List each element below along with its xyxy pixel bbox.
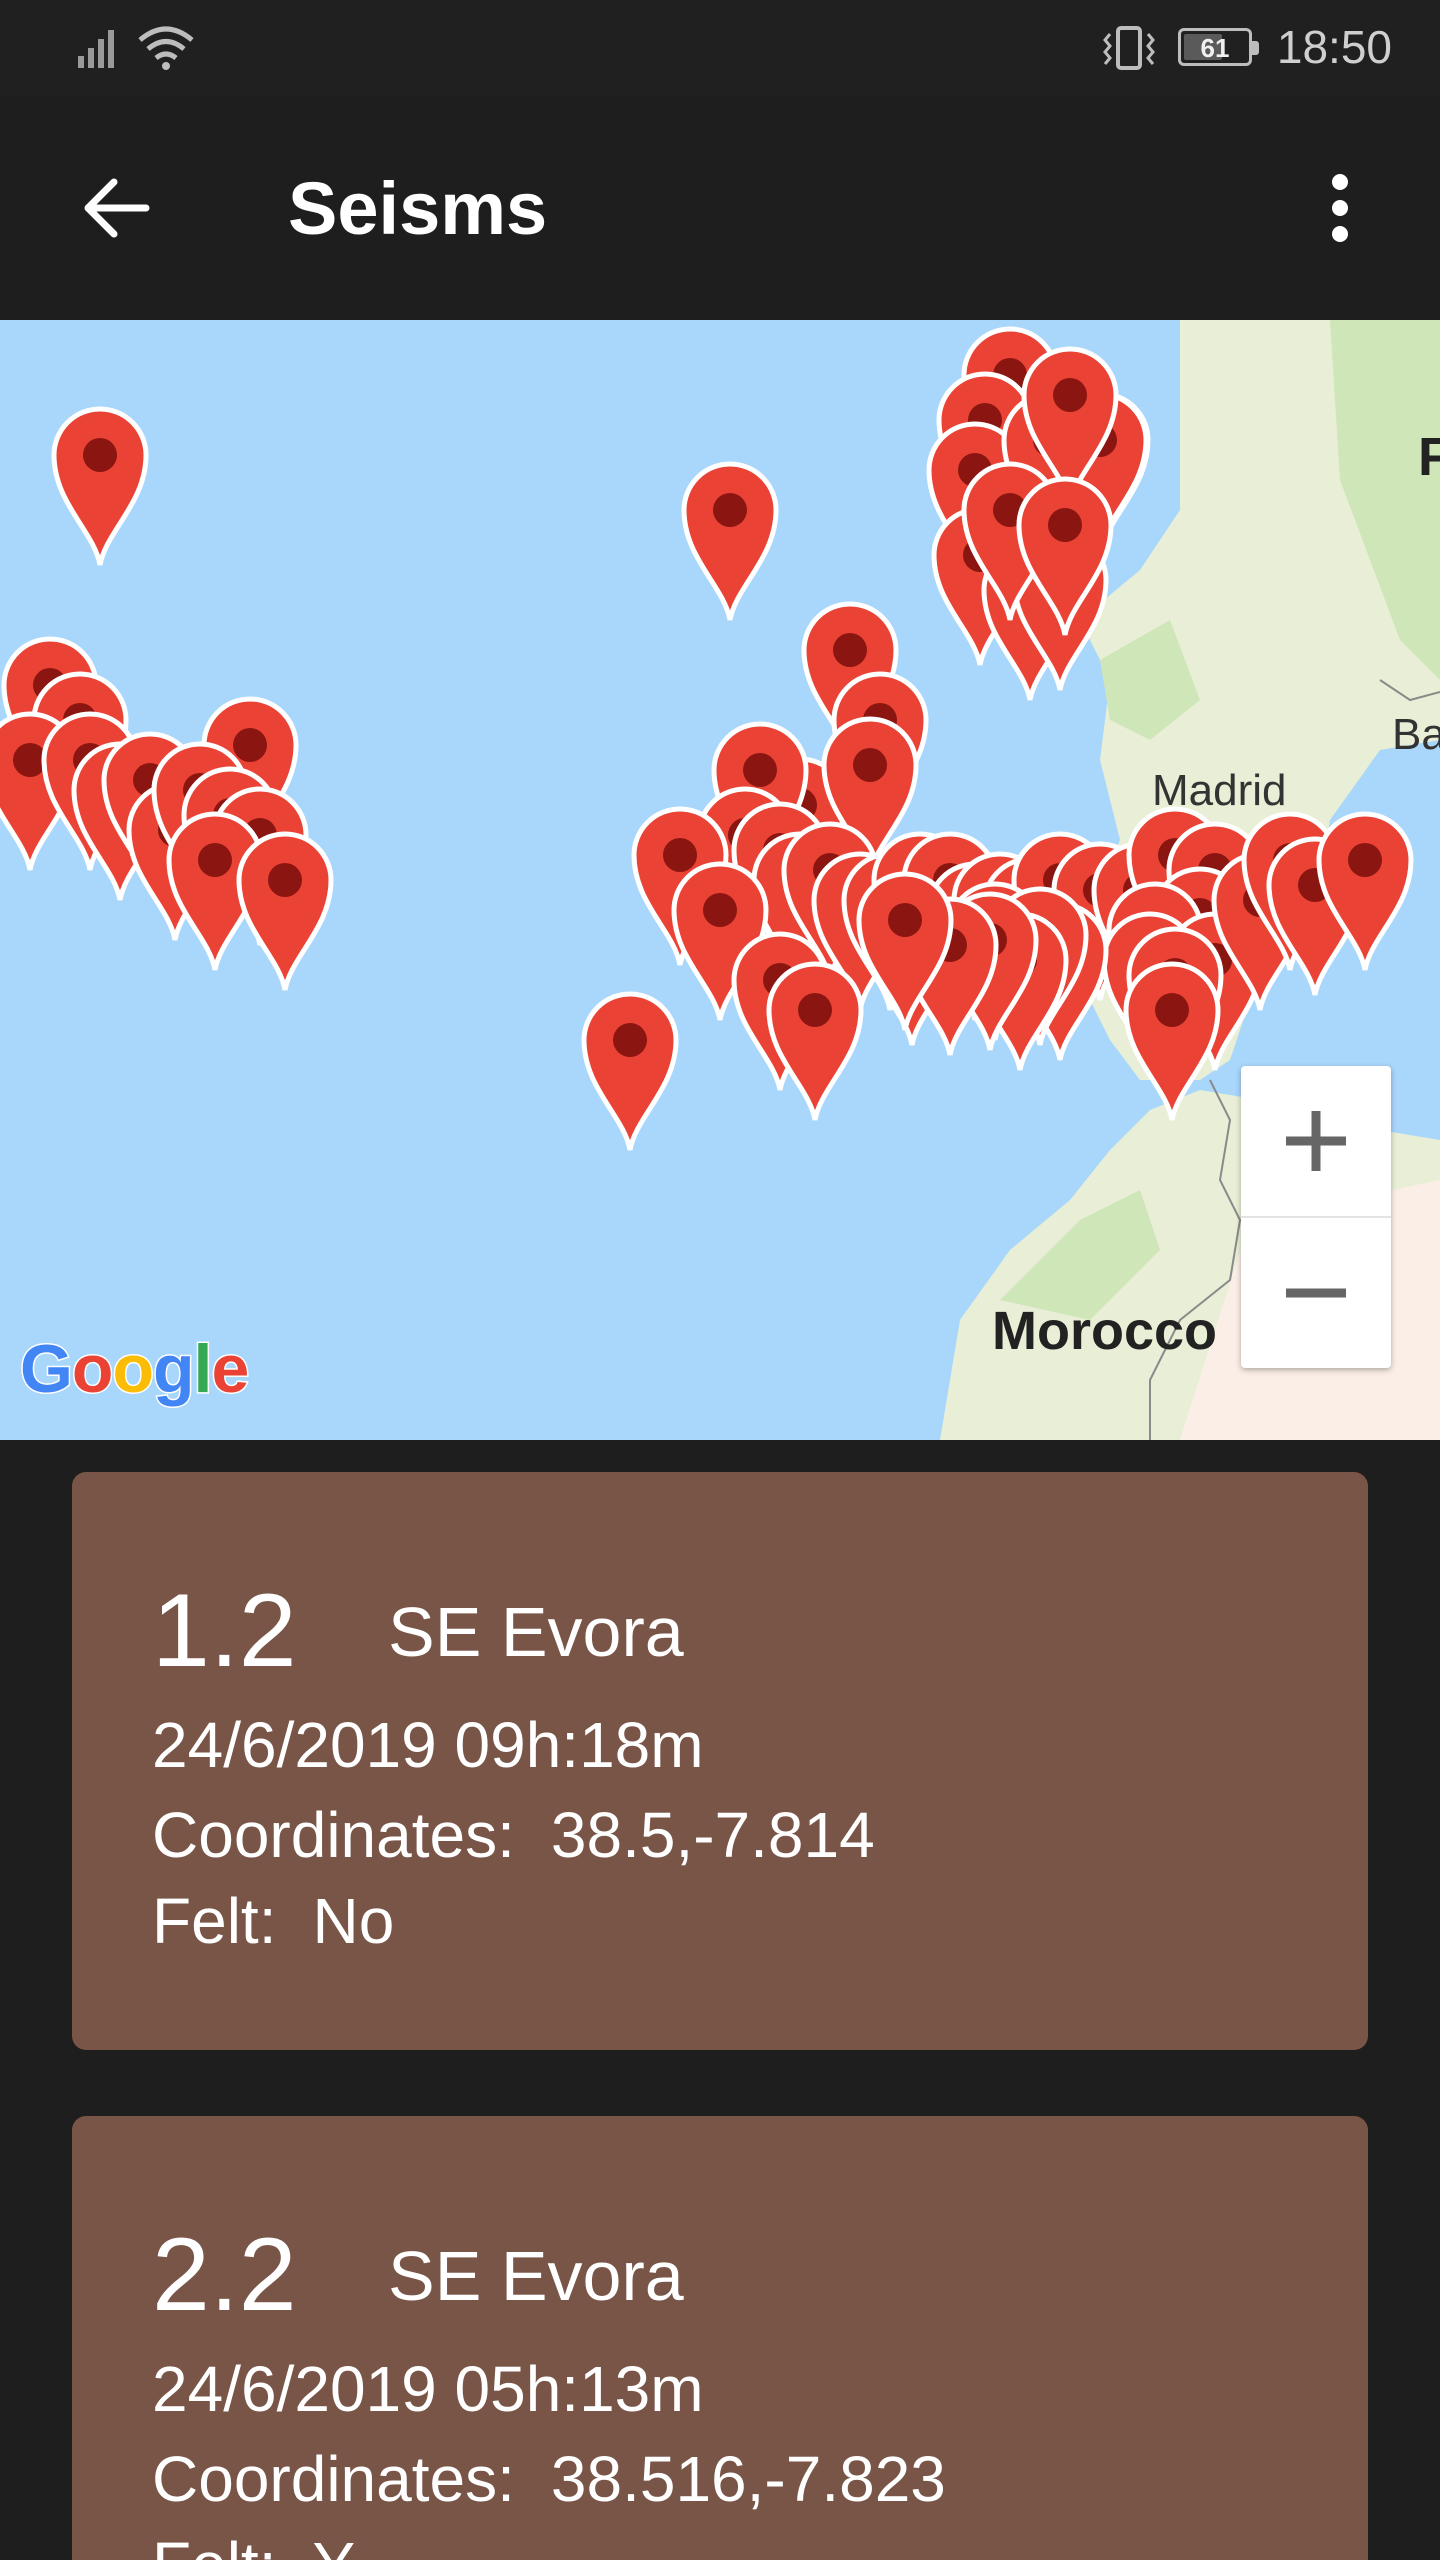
felt-label: Felt: (152, 1885, 277, 1957)
felt-row: Felt: Y (152, 2528, 355, 2560)
map-marker-pin[interactable] (853, 868, 957, 1036)
map-marker-pin[interactable] (48, 403, 152, 571)
map-marker-pin[interactable] (233, 828, 337, 996)
map-label-morocco: Morocco (992, 1301, 1218, 1361)
magnitude: 2.2 (152, 2217, 297, 2333)
map-marker-pin[interactable] (763, 958, 867, 1126)
map-view[interactable]: Madrid Morocco F Ba Google (0, 320, 1440, 1440)
datetime: 24/6/2019 09h:18m (152, 1709, 704, 1781)
minus-icon (1286, 1288, 1346, 1298)
plus-icon (1286, 1111, 1346, 1171)
coordinates-value: 38.5,-7.814 (550, 1799, 875, 1871)
arrow-back-icon (84, 178, 150, 238)
page-title: Seisms (288, 167, 548, 250)
coordinates-row: Coordinates: 38.5,-7.814 (152, 1798, 875, 1872)
felt-value: Y (312, 2529, 355, 2560)
seism-card[interactable]: 1.2 SE Evora 24/6/2019 09h:18m Coordinat… (72, 1472, 1368, 2050)
felt-value: No (312, 1885, 395, 1957)
battery-icon: 61 (1178, 28, 1259, 66)
zoom-controls (1241, 1066, 1391, 1368)
coordinates-row: Coordinates: 38.516,-7.823 (152, 2442, 946, 2516)
map-marker-pin[interactable] (678, 458, 782, 626)
map-label-madrid: Madrid (1152, 766, 1287, 815)
felt-label: Felt: (152, 2529, 276, 2560)
map-marker-pin[interactable] (1313, 808, 1417, 976)
map-marker-pin[interactable] (1013, 473, 1117, 641)
map-label-partial-top-right: F (1418, 427, 1440, 487)
coordinates-label: Coordinates: (152, 1799, 515, 1871)
status-bar: 61 18:50 (0, 0, 1440, 96)
location: SE Evora (388, 1593, 684, 1671)
datetime: 24/6/2019 05h:13m (152, 2353, 704, 2425)
signal-icon (78, 30, 114, 68)
google-logo: Google (19, 1330, 251, 1409)
zoom-out-button[interactable] (1241, 1218, 1391, 1368)
coordinates-value: 38.516,-7.823 (550, 2443, 946, 2515)
map-marker-pin[interactable] (1120, 958, 1224, 1126)
magnitude: 1.2 (152, 1573, 297, 1689)
back-button[interactable] (56, 148, 176, 268)
app-bar: Seisms (0, 96, 1440, 320)
overflow-menu-button[interactable] (1280, 148, 1400, 268)
map-label-partial-right: Ba (1392, 710, 1440, 759)
map-marker-pin[interactable] (578, 988, 682, 1156)
coordinates-label: Coordinates: (152, 2443, 515, 2515)
clock: 18:50 (1276, 21, 1392, 73)
vibrate-icon (1103, 26, 1155, 70)
location: SE Evora (388, 2237, 684, 2315)
seism-card[interactable]: 2.2 SE Evora 24/6/2019 05h:13m Coordinat… (72, 2116, 1368, 2560)
zoom-in-button[interactable] (1241, 1066, 1391, 1216)
battery-level: 61 (1200, 33, 1230, 63)
felt-row: Felt: No (152, 1884, 394, 1958)
more-vert-icon (1332, 174, 1348, 242)
wifi-icon (138, 26, 194, 70)
